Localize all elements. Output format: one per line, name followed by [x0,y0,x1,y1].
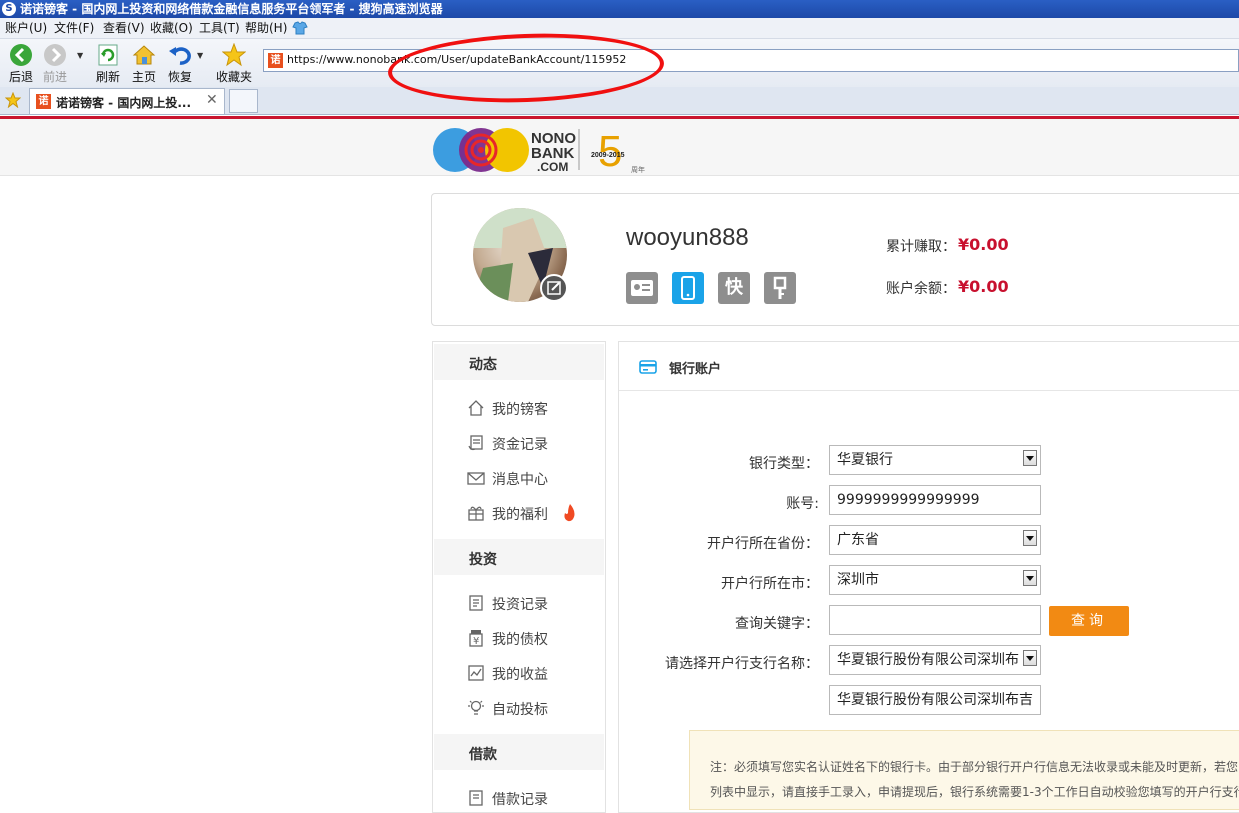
id-card-verify-icon[interactable] [626,272,658,304]
refresh-button[interactable]: 刷新 [88,39,128,87]
line-chart-icon [468,665,484,681]
logo-text-com: .COM [537,160,568,174]
keyword-input[interactable] [829,605,1041,635]
tab-favicon-icon: 诺 [36,94,51,109]
claim-tag-icon: ¥ [469,630,483,647]
gift-icon [468,506,484,521]
forward-dropdown-icon[interactable]: ▼ [77,51,83,60]
undo-arrow-icon [169,47,191,65]
tab-title: 诺诺镑客 - 国内网上投... [56,96,192,110]
menu-file[interactable]: 文件(F) [54,20,94,36]
forward-arrow-icon [44,44,66,66]
favorites-button[interactable]: 收藏夹 [212,39,256,87]
file-list-icon [469,595,483,611]
refresh-icon [98,44,118,66]
sidebar-section-borrow: 借款 [434,734,604,770]
forward-label: 前进 [42,70,67,84]
province-select[interactable]: 广东省 [829,525,1041,555]
province-value: 广东省 [837,532,879,548]
svg-text:¥: ¥ [473,636,479,647]
lightbulb-icon [468,700,484,715]
anniversary-unit: 周年 [631,165,645,174]
chevron-down-icon[interactable] [1023,570,1037,586]
home-button[interactable]: 主页 [124,39,164,87]
star-icon [221,42,247,67]
menu-account[interactable]: 账户(U) [5,20,47,36]
home-label: 主页 [131,70,156,84]
window-title-bar: S 诺诺镑客 - 国内网上投资和网络借款金融信息服务平台领军者 - 搜狗高速浏览… [0,0,1239,18]
window-title: 诺诺镑客 - 国内网上投资和网络借款金融信息服务平台领军者 - 搜狗高速浏览器 [20,2,443,16]
new-tab-button[interactable] [229,89,258,113]
branch-name-input[interactable]: 华夏银行股份有限公司深圳布吉 [829,685,1041,715]
notice-line-2: 列表中显示，请直接手工录入，申请提现后，银行系统需要1-3个工作日自动校验您填写… [710,785,1239,799]
restore-dropdown-icon[interactable]: ▼ [197,51,203,60]
sidebar: 动态 我的镑客 资金记录 消息中心 我的福利 投资 投资记录 ¥ 我的债权 我的… [432,341,606,813]
file-list-icon [469,790,483,806]
tab-close-icon[interactable]: ✕ [206,92,218,108]
username: wooyun888 [626,224,749,251]
branch-value: 华夏银行股份有限公司深圳布 [837,652,1019,668]
chevron-down-icon[interactable] [1023,530,1037,546]
account-label: 账号: [786,496,819,512]
bank-type-label: 银行类型： [749,456,819,472]
browser-logo-icon: S [2,2,16,16]
favorites-label: 收藏夹 [215,70,252,84]
balance-value: ¥0.00 [958,277,1009,296]
branch-select[interactable]: 华夏银行股份有限公司深圳布 [829,645,1041,675]
account-number-input[interactable]: 9999999999999999 [829,485,1041,515]
panel-title: 银行账户 [669,362,722,377]
earned-label: 累计赚取： [886,239,956,255]
menu-favorites[interactable]: 收藏(O) [150,20,193,36]
document-icon [468,435,483,451]
bank-type-value: 华夏银行 [837,452,893,468]
home-icon [132,45,156,65]
notice-box: 注：必须填写您实名认证姓名下的银行卡。由于部分银行开户行信息无法收录或未能及时更… [689,730,1239,810]
home-outline-icon [468,400,484,416]
menu-bar: 账户(U) 文件(F) 查看(V) 收藏(O) 工具(T) 帮助(H) [0,18,1239,39]
hot-flame-icon [564,504,575,522]
anniversary-years: 2009-2015 [591,152,625,159]
notice-line-1: 注：必须填写您实名认证姓名下的银行卡。由于部分银行开户行信息无法收录或未能及时更… [710,760,1239,774]
edit-pencil-icon [547,281,561,295]
password-key-icon[interactable] [764,272,796,304]
branch-label: 请选择开户行支行名称： [665,656,819,672]
sidebar-section-invest: 投资 [434,539,604,575]
mobile-verify-icon[interactable] [672,272,704,304]
search-button[interactable]: 查询 [1049,606,1129,636]
avatar-edit-button[interactable] [540,274,568,302]
city-select[interactable]: 深圳市 [829,565,1041,595]
favorites-star-icon[interactable] [5,92,21,108]
forward-button[interactable]: 前进 [35,39,75,87]
site-header: NONO BANK .COM 5 2009-2015 周年 [0,119,1239,176]
site-favicon-icon: 诺 [268,53,283,68]
envelope-icon [467,472,485,485]
account-number-value: 9999999999999999 [837,492,980,508]
restore-label: 恢复 [167,70,192,84]
balance-label: 账户余额： [886,281,956,297]
back-arrow-icon [10,44,32,66]
panel-header: 银行账户 [619,342,1239,391]
refresh-label: 刷新 [95,70,120,84]
bank-type-select[interactable]: 华夏银行 [829,445,1041,475]
menu-tools[interactable]: 工具(T) [199,20,240,36]
menu-view[interactable]: 查看(V) [103,20,145,36]
skin-shirt-icon[interactable] [292,21,308,35]
city-label: 开户行所在市： [721,576,819,592]
keyword-label: 查询关键字： [735,616,819,632]
earned-value: ¥0.00 [958,235,1009,254]
province-label: 开户行所在省份： [707,536,819,552]
quick-pay-icon[interactable]: 快 [718,272,750,304]
sidebar-section-dynamic: 动态 [434,344,604,380]
chevron-down-icon[interactable] [1023,450,1037,466]
restore-button[interactable]: 恢复 [160,39,200,87]
nonobank-logo[interactable]: NONO BANK .COM 5 2009-2015 周年 [431,124,651,176]
city-value: 深圳市 [837,572,879,588]
bank-card-icon [639,360,657,374]
chevron-down-icon[interactable] [1023,650,1037,666]
branch-name-value: 华夏银行股份有限公司深圳布吉 [837,692,1033,708]
tab-nonobank[interactable]: 诺 诺诺镑客 - 国内网上投... ✕ [29,88,225,114]
menu-help[interactable]: 帮助(H) [245,20,287,36]
